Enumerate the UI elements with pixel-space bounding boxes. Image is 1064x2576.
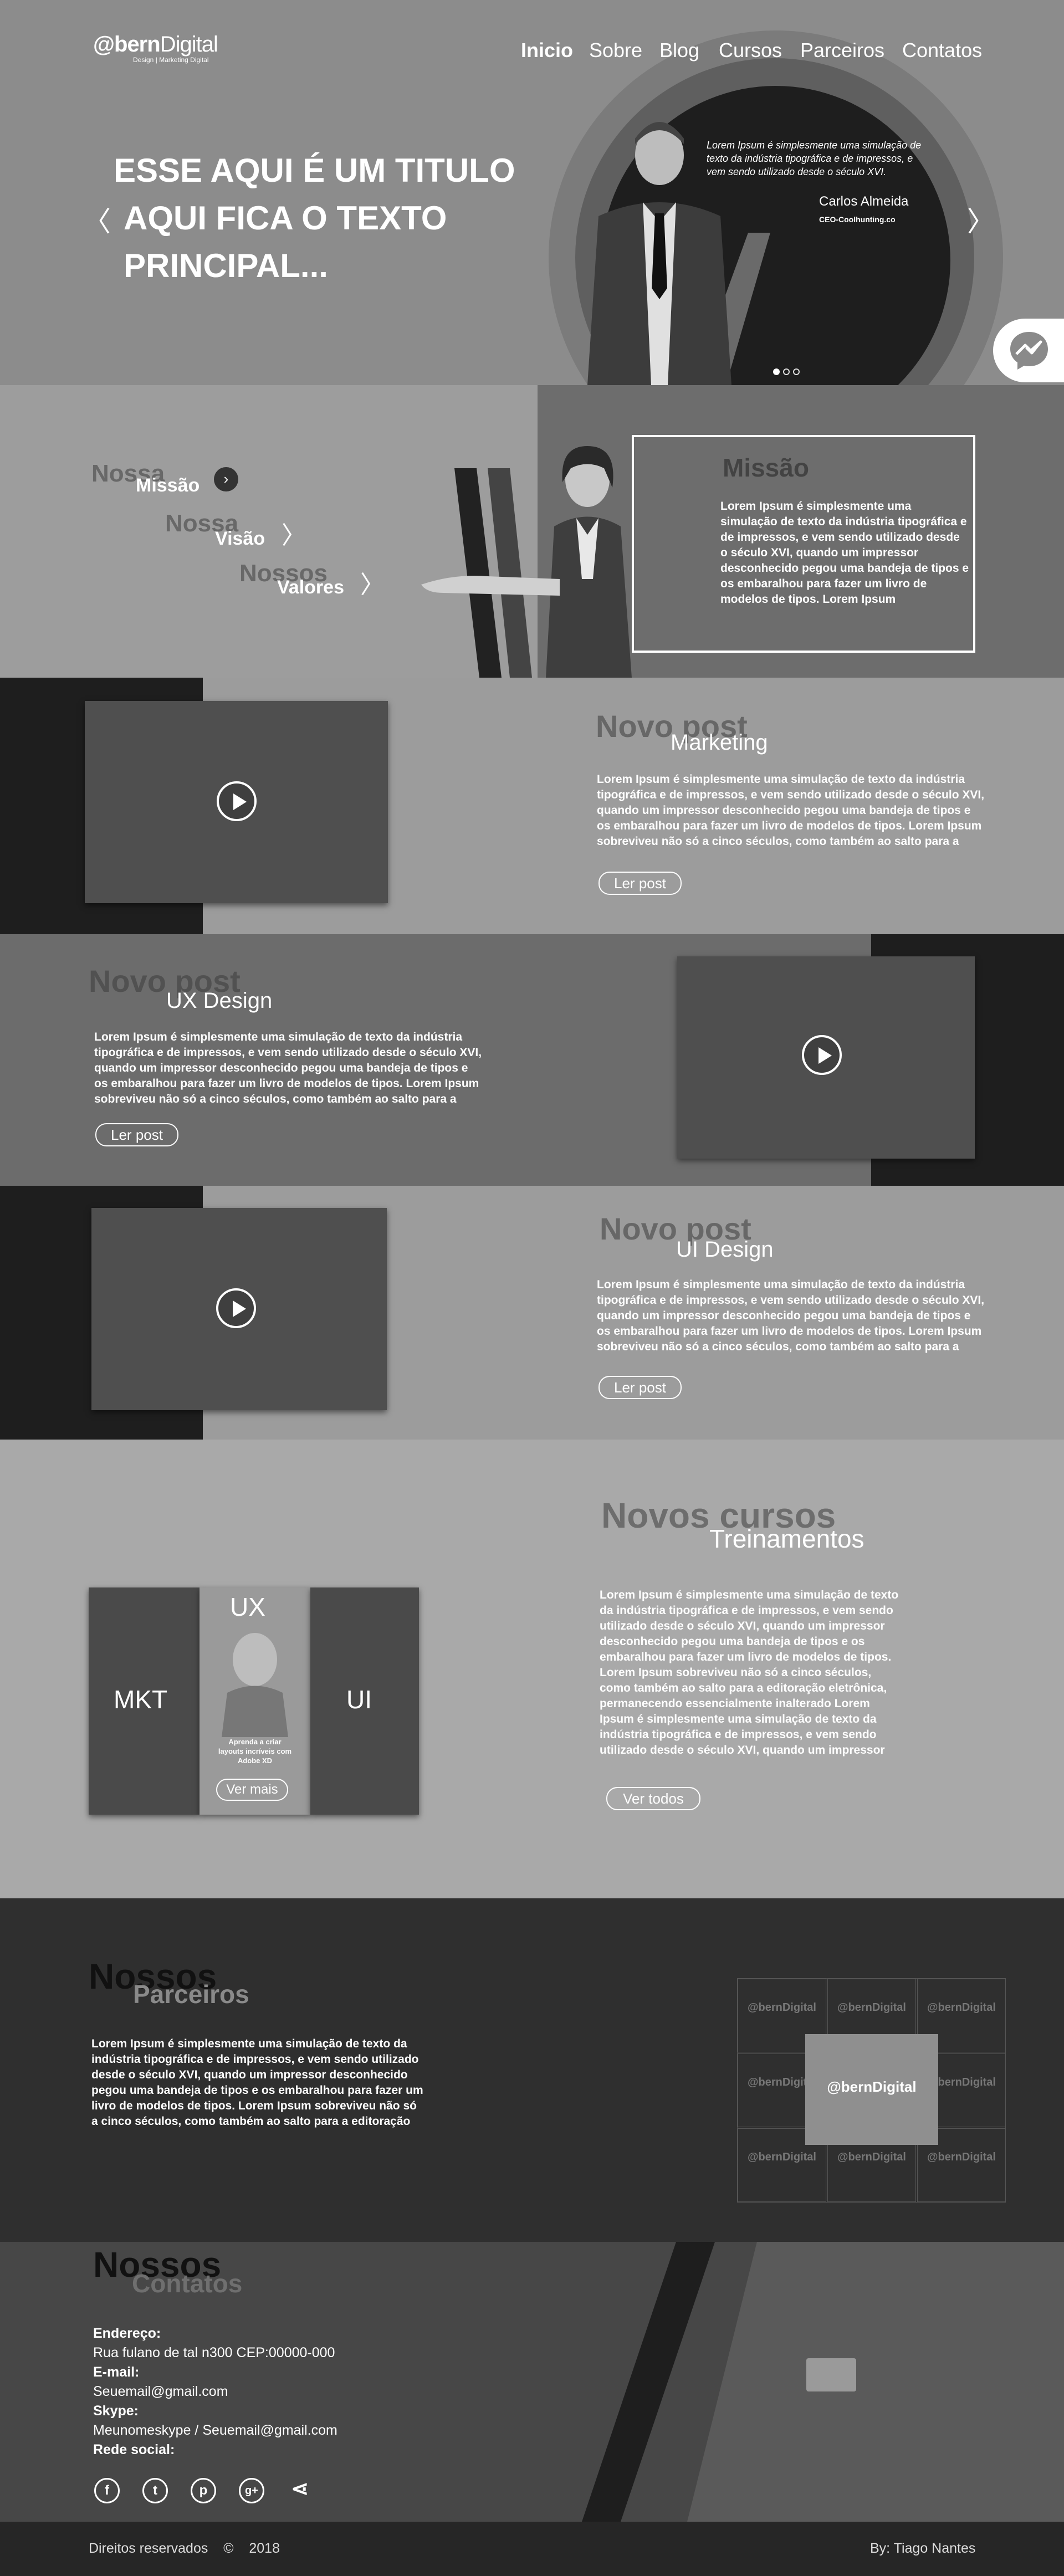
partners-grid: @bernDigital @bernDigital @bernDigital @… (737, 1978, 1006, 2203)
logo-tagline: Design | Marketing Digital (133, 56, 209, 64)
pinterest-icon[interactable]: p (191, 2478, 216, 2503)
nav-item-cursos[interactable]: Cursos (719, 39, 782, 62)
hero-section: @bernDigital Design | Marketing Digital … (0, 0, 1064, 385)
course-card-ui[interactable]: UI (310, 1587, 419, 1815)
footer-author: By: Tiago Nantes (870, 2541, 976, 2556)
messenger-chat-button[interactable] (993, 319, 1064, 382)
map-divider (582, 2242, 715, 2522)
read-post-button[interactable]: Ler post (598, 872, 682, 895)
social-label: Rede social: (93, 2442, 175, 2457)
course-card-mkt[interactable]: MKT (89, 1587, 200, 1815)
course-card-label: MKT (114, 1685, 168, 1714)
post-excerpt: Lorem Ipsum é simplesmente uma simulação… (94, 1031, 482, 1105)
play-icon[interactable] (216, 1288, 256, 1328)
hero-next-arrow[interactable]: 〉 (967, 199, 995, 239)
courses-title: Treinamentos (709, 1524, 864, 1553)
mission-person-image (421, 446, 632, 678)
hero-person-role: CEO-Coolhunting.co (819, 215, 896, 224)
carousel-dot[interactable] (793, 368, 800, 375)
email-label: E-mail: (93, 2364, 140, 2380)
map-pin-icon[interactable] (806, 2358, 856, 2391)
mission-section: Nossa Missão › Nossa Visão 〉 Nossos Valo… (0, 385, 1064, 678)
skype-label: Skype: (93, 2403, 139, 2419)
partners-title: Parceiros (133, 1980, 249, 2009)
chevron-right-icon[interactable]: 〉 (282, 515, 306, 551)
post-video-thumbnail[interactable] (85, 701, 388, 903)
hero-carousel-dots (773, 368, 803, 378)
carousel-dot[interactable] (783, 368, 790, 375)
hero-person-name: Carlos Almeida (819, 194, 909, 209)
address-value: Rua fulano de tal n300 CEP:00000-000 (93, 2345, 335, 2360)
post-video-thumbnail[interactable] (91, 1208, 387, 1410)
footer: Direitos reservados © 2018 By: Tiago Nan… (0, 2522, 1064, 2576)
course-card-label: UX (230, 1592, 265, 1621)
footer-rights: Direitos reservados © 2018 (89, 2541, 280, 2557)
post-excerpt: Lorem Ipsum é simplesmente uma simulação… (597, 1278, 985, 1353)
tab-valores[interactable]: Valores (277, 577, 344, 598)
hero-title: ESSE AQUI É UM TITULO AQUI FICA O TEXTO … (114, 147, 546, 290)
messenger-icon (1010, 332, 1048, 370)
post-title: UI Design (676, 1237, 774, 1262)
course-card-caption: Aprenda a criar layouts incríveis com Ad… (218, 1738, 292, 1765)
post-title: Marketing (671, 730, 768, 755)
chevron-right-icon[interactable]: › (214, 467, 238, 491)
post-ui-section: Novo post UI Design Lorem Ipsum é simple… (0, 1186, 1064, 1440)
partners-text: Lorem Ipsum é simplesmente uma simulação… (91, 2037, 423, 2128)
post-ux-section: Novo post UX Design Lorem Ipsum é simple… (0, 934, 1064, 1186)
read-post-button[interactable]: Ler post (95, 1123, 178, 1146)
carousel-dot[interactable] (773, 368, 780, 375)
partner-logo-featured[interactable]: @bernDigital (805, 2034, 938, 2145)
nav-item-sobre[interactable]: Sobre (589, 39, 642, 62)
post-excerpt: Lorem Ipsum é simplesmente uma simulação… (597, 773, 985, 848)
googleplus-icon[interactable]: g+ (239, 2478, 264, 2503)
see-more-button[interactable]: Ver mais (216, 1779, 288, 1801)
nav-item-parceiros[interactable]: Parceiros (800, 39, 884, 62)
map[interactable] (687, 2242, 1064, 2522)
course-card-label: UI (346, 1685, 372, 1714)
course-card-image (222, 1633, 288, 1737)
contacts-info: Endereço: Rua fulano de tal n300 CEP:000… (93, 2324, 592, 2460)
email-value[interactable]: Seuemail@gmail.com (93, 2382, 592, 2401)
copyright-icon: © (223, 2541, 234, 2556)
course-card-ux[interactable]: UX Aprenda a criar layouts incríveis com… (200, 1587, 310, 1815)
facebook-icon[interactable]: f (94, 2478, 120, 2503)
nav-item-blog[interactable]: Blog (659, 39, 699, 62)
read-post-button[interactable]: Ler post (598, 1376, 682, 1399)
chevron-right-icon[interactable]: 〉 (360, 565, 385, 600)
hero-title-line-3: PRINCIPAL... (124, 247, 328, 284)
logo-bold: @bern (93, 32, 161, 57)
play-icon[interactable] (802, 1035, 842, 1075)
logo[interactable]: @bernDigital Design | Marketing Digital (93, 32, 218, 64)
footer-rights-text: Direitos reservados (89, 2541, 208, 2556)
hero-prev-arrow[interactable]: 〈 (83, 199, 111, 239)
address-label: Endereço: (93, 2326, 161, 2341)
share-icon[interactable]: ⋖ (287, 2478, 313, 2503)
mission-box-title: Missão (723, 453, 809, 482)
hero-title-line-2: AQUI FICA O TEXTO (124, 199, 447, 237)
logo-light: Digital (160, 32, 218, 57)
post-video-thumbnail[interactable] (677, 956, 975, 1159)
nav-item-contatos[interactable]: Contatos (902, 39, 982, 62)
contacts-title: Contatos (132, 2269, 243, 2298)
hero-title-line-1: ESSE AQUI É UM TITULO (114, 152, 515, 189)
see-all-courses-button[interactable]: Ver todos (606, 1787, 700, 1810)
play-icon[interactable] (217, 781, 257, 821)
courses-text: Lorem Ipsum é simplesmente uma simulação… (600, 1589, 899, 1756)
mission-box-text: Lorem Ipsum é simplesmente uma simulação… (720, 500, 969, 606)
nav-item-inicio[interactable]: Inicio (521, 39, 573, 62)
footer-year: 2018 (249, 2541, 280, 2556)
tab-visao[interactable]: Visão (215, 528, 265, 550)
tab-missao[interactable]: Missão (136, 475, 200, 496)
hero-quote: Lorem Ipsum é simplesmente uma simulação… (707, 140, 922, 177)
post-title: UX Design (166, 989, 273, 1013)
twitter-icon[interactable]: t (142, 2478, 168, 2503)
post-marketing-section: Novo post Marketing Lorem Ipsum é simple… (0, 678, 1064, 934)
skype-value: Meunomeskype / Seuemail@gmail.com (93, 2423, 337, 2438)
